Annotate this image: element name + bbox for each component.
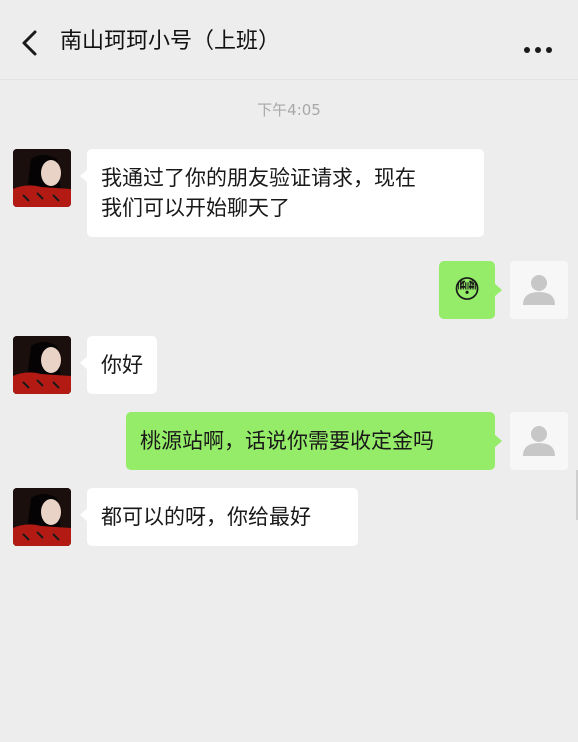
message-bubble-received[interactable]: 你好 bbox=[80, 336, 157, 394]
chat-title: 南山珂珂小号（上班） bbox=[60, 29, 281, 54]
message-bubble-received[interactable]: 都可以的呀，你给最好 bbox=[80, 488, 358, 546]
message-text: 桃源站啊，话说你需要收定金吗 bbox=[140, 429, 434, 453]
avatar-photo bbox=[13, 488, 71, 546]
avatar-photo bbox=[13, 336, 71, 394]
default-user-icon bbox=[510, 261, 568, 319]
chat-header: 南山珂珂小号（上班） bbox=[0, 0, 578, 80]
message-text-line: 我们可以开始聊天了 bbox=[101, 196, 290, 220]
message-text: 都可以的呀，你给最好 bbox=[101, 505, 311, 529]
default-user-icon bbox=[510, 412, 568, 470]
avatar-photo bbox=[13, 149, 71, 207]
contact-avatar[interactable] bbox=[13, 488, 71, 546]
message-text: 你好 bbox=[101, 353, 143, 377]
back-button[interactable] bbox=[18, 28, 46, 58]
message-bubble-sent[interactable]: 桃源站啊，话说你需要收定金吗 bbox=[126, 412, 502, 470]
more-button[interactable] bbox=[522, 40, 554, 53]
my-avatar[interactable] bbox=[510, 261, 568, 319]
my-avatar[interactable] bbox=[510, 412, 568, 470]
message-text-line: 我通过了你的朋友验证请求，现在 bbox=[101, 166, 416, 190]
chevron-left-icon bbox=[22, 30, 37, 56]
contact-avatar[interactable] bbox=[13, 336, 71, 394]
message-timestamp: 下午4:05 bbox=[257, 101, 321, 119]
more-horizontal-icon bbox=[524, 47, 552, 53]
contact-avatar[interactable] bbox=[13, 149, 71, 207]
flushed-face-emoji: 😳 bbox=[453, 275, 481, 305]
message-bubble-sent[interactable]: 😳 bbox=[439, 261, 502, 319]
message-bubble-received[interactable]: 我通过了你的朋友验证请求，现在 我们可以开始聊天了 bbox=[80, 149, 484, 237]
